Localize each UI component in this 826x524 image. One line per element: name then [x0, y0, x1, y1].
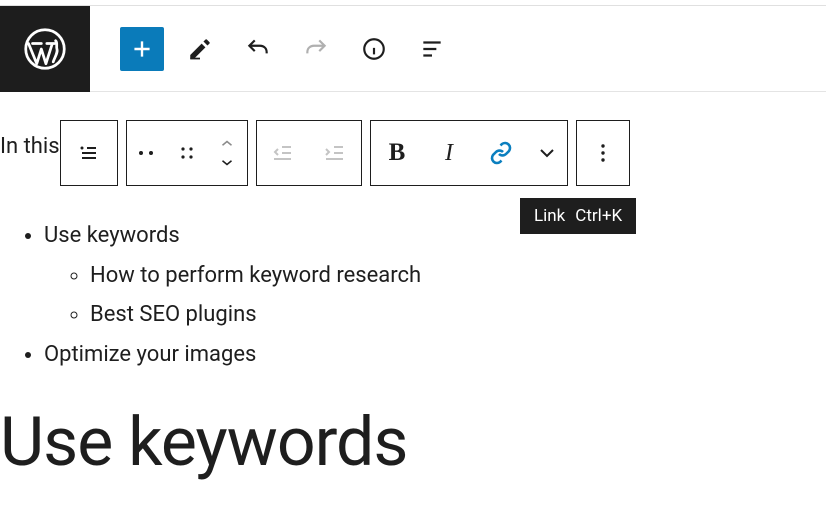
details-button[interactable] [352, 27, 396, 71]
wordpress-icon [23, 27, 67, 71]
editor-header [0, 6, 826, 92]
move-down-button[interactable] [218, 153, 236, 173]
chevron-down-icon [218, 157, 236, 169]
list-item-text[interactable]: Best SEO plugins [90, 302, 257, 327]
wordpress-logo[interactable] [0, 6, 90, 92]
list-item-text[interactable]: Use keywords [44, 223, 180, 248]
bullet-icon [135, 141, 159, 165]
info-icon [361, 36, 387, 62]
list-icon [77, 141, 101, 165]
ordered-list-button[interactable] [167, 121, 207, 185]
redo-button[interactable] [294, 27, 338, 71]
plus-icon [129, 36, 155, 62]
outline-button[interactable] [410, 27, 454, 71]
outdent-button[interactable] [257, 121, 309, 185]
undo-button[interactable] [236, 27, 280, 71]
move-up-button[interactable] [218, 133, 236, 153]
edit-mode-button[interactable] [178, 27, 222, 71]
pencil-icon [187, 36, 213, 62]
list-item-text[interactable]: Optimize your images [44, 342, 256, 367]
italic-button[interactable]: I [423, 121, 475, 185]
outline-icon [419, 36, 445, 62]
list-item: Use keywords How to perform keyword rese… [44, 216, 421, 335]
italic-icon: I [445, 140, 453, 167]
toolbar-group-options [576, 120, 630, 186]
block-toolbar: B I [60, 120, 630, 186]
grid-dots-icon [175, 141, 199, 165]
toolbar-group-indent [256, 120, 362, 186]
header-tools [90, 27, 454, 71]
list-block[interactable]: Use keywords How to perform keyword rese… [22, 216, 421, 374]
chevron-up-icon [218, 137, 236, 149]
chevron-down-icon [535, 141, 559, 165]
move-block-buttons [207, 121, 247, 185]
intro-text-fragment: In this [0, 134, 60, 159]
undo-icon [245, 36, 271, 62]
list-item-text[interactable]: How to perform keyword research [90, 263, 421, 288]
link-tooltip: Link Ctrl+K [520, 198, 636, 234]
redo-icon [303, 36, 329, 62]
bold-button[interactable]: B [371, 121, 423, 185]
options-button[interactable] [577, 121, 629, 185]
list-item: Optimize your images [44, 335, 421, 375]
tooltip-shortcut: Ctrl+K [575, 206, 622, 226]
list-item: How to perform keyword research [90, 256, 421, 296]
list-item: Best SEO plugins [90, 295, 421, 335]
block-type-button[interactable] [61, 121, 117, 185]
heading-block[interactable]: Use keywords [0, 402, 407, 482]
more-format-button[interactable] [527, 121, 567, 185]
tooltip-label: Link [534, 206, 565, 226]
toolbar-group-list [126, 120, 248, 186]
unordered-list-button[interactable] [127, 121, 167, 185]
toolbar-group-block [60, 120, 118, 186]
link-icon [489, 141, 513, 165]
more-vertical-icon [591, 141, 615, 165]
link-button[interactable] [475, 121, 527, 185]
toolbar-group-format: B I [370, 120, 568, 186]
outdent-icon [271, 141, 295, 165]
add-block-button[interactable] [120, 27, 164, 71]
indent-button[interactable] [309, 121, 361, 185]
indent-icon [323, 141, 347, 165]
bold-icon: B [389, 139, 406, 167]
